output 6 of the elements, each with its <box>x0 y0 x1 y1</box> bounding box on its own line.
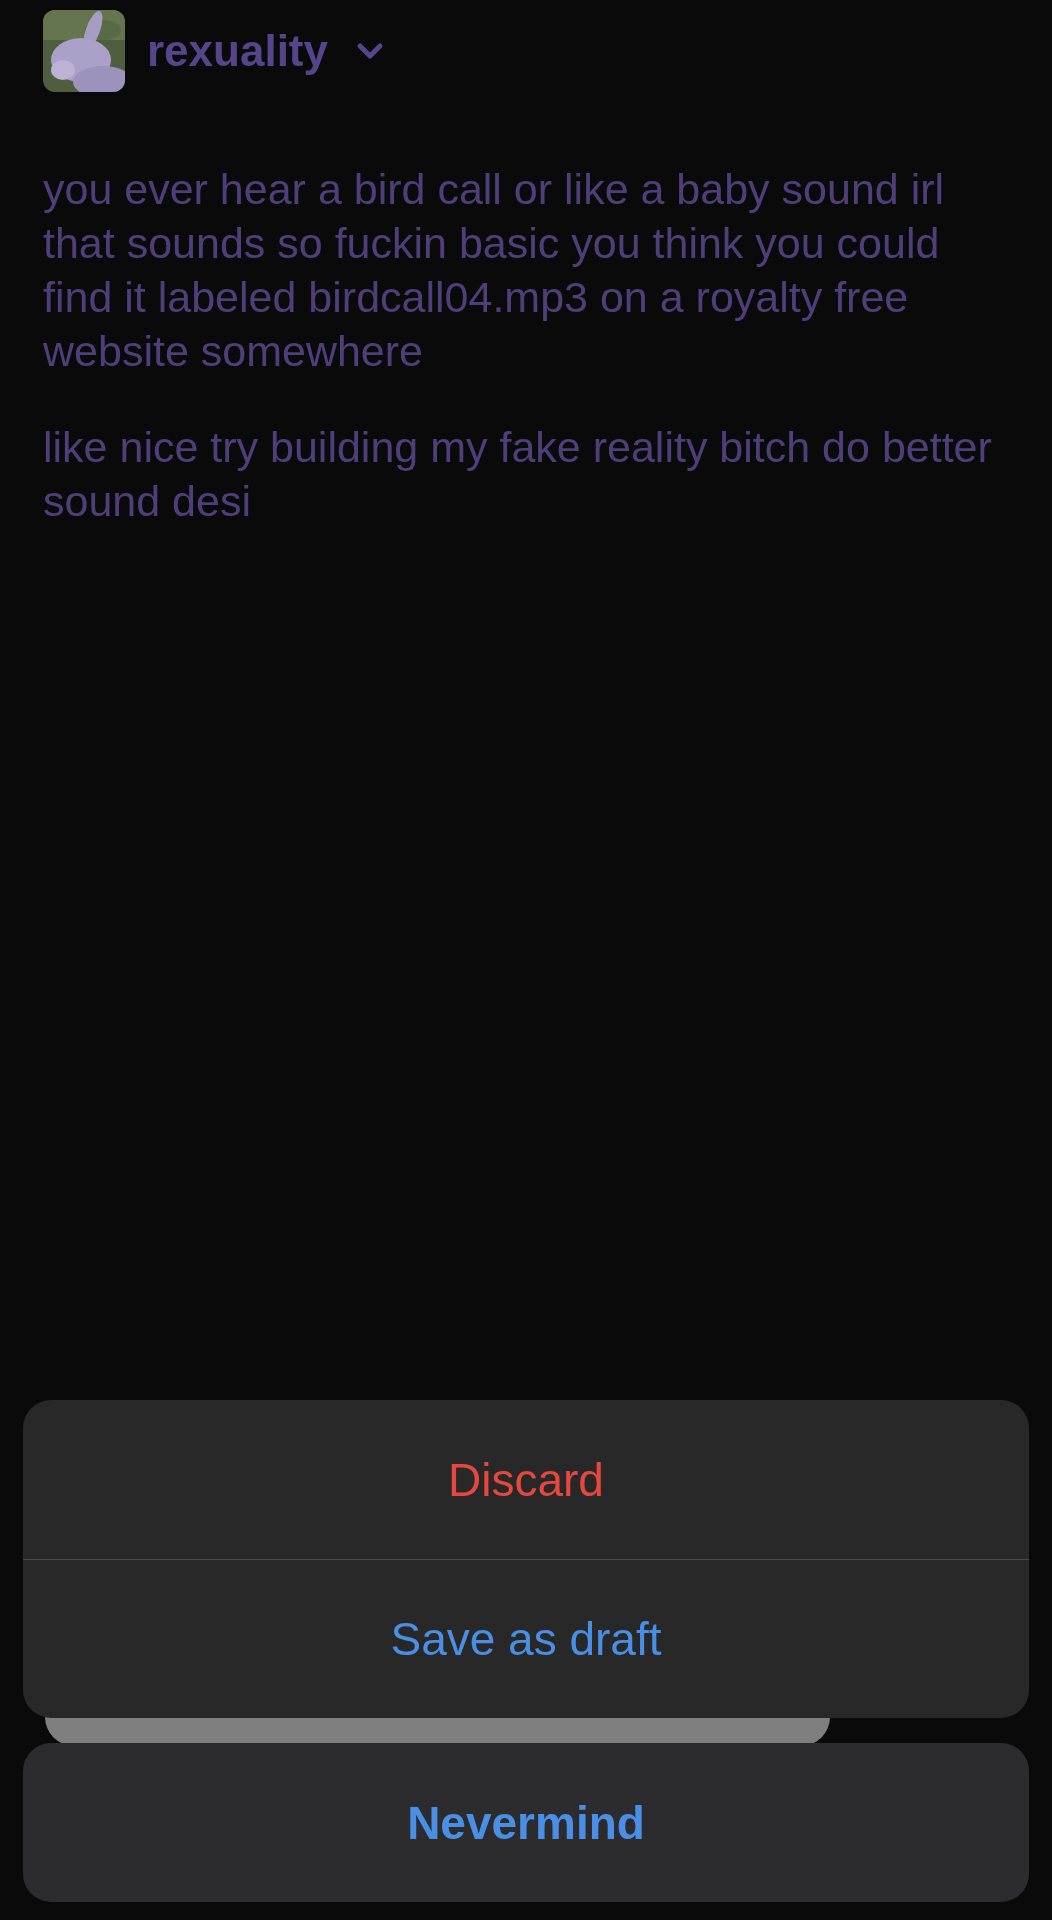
action-button[interactable]: Discard <box>23 1400 1029 1559</box>
post-paragraph: you ever hear a bird call or like a baby sound irl that sounds so fuckin basic you think you could find it labeled birdcall04.mp3 on a royalty free website somewhere <box>43 164 946 377</box>
cancel-button[interactable]: Nevermind <box>23 1743 1029 1902</box>
username[interactable]: rexuality <box>147 26 328 76</box>
post-paragraph: like nice try building my fake reality bitch do better sound desi <box>43 422 993 527</box>
action-button[interactable]: Save as draft <box>23 1559 1029 1718</box>
